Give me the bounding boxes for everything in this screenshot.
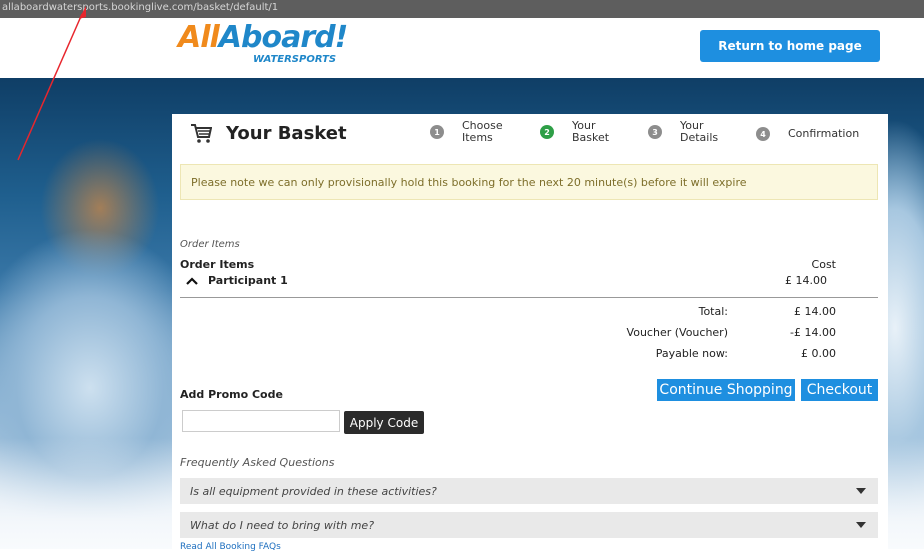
faq-item[interactable]: What do I need to bring with me? <box>180 512 878 538</box>
checkout-button[interactable]: Checkout <box>801 379 878 401</box>
divider <box>180 297 878 298</box>
order-items-heading: Order Items <box>180 239 240 250</box>
step-choose-items: 1 Choose Items <box>430 120 503 144</box>
step-label: Your Basket <box>572 119 610 144</box>
step-number: 2 <box>540 125 554 139</box>
participant-row[interactable]: Participant 1 <box>186 274 288 287</box>
step-label: Your Details <box>680 119 719 144</box>
basket-title: Your Basket <box>226 122 347 144</box>
checkout-steps: 1 Choose Items 2 Your Basket 3 Your Deta… <box>430 120 870 150</box>
apply-code-button[interactable]: Apply Code <box>344 411 424 434</box>
site-header: AllAboard! WATERSPORTS Return to home pa… <box>0 18 924 78</box>
faq-item[interactable]: Is all equipment provided in these activ… <box>180 478 878 504</box>
promo-label: Add Promo Code <box>180 388 283 401</box>
voucher-value: -£ 14.00 <box>790 326 836 339</box>
logo[interactable]: AllAboard! WATERSPORTS <box>178 20 348 66</box>
return-home-button[interactable]: Return to home page <box>700 30 880 62</box>
logo-wordmark: AllAboard! <box>178 20 348 55</box>
cost-header: Cost <box>811 258 836 271</box>
step-your-details: 3 Your Details <box>648 120 718 144</box>
hold-notice: Please note we can only provisionally ho… <box>180 164 878 200</box>
basket-header: Your Basket <box>190 122 347 144</box>
caret-down-icon[interactable] <box>856 488 866 494</box>
browser-bar: allaboardwatersports.bookinglive.com/bas… <box>0 0 924 18</box>
read-all-faqs-link[interactable]: Read All Booking FAQs <box>180 542 281 552</box>
step-number: 4 <box>756 127 770 141</box>
participant-cost: £ 14.00 <box>785 274 827 287</box>
basket-panel: Your Basket 1 Choose Items 2 Your Basket… <box>172 114 888 552</box>
caret-down-icon[interactable] <box>856 522 866 528</box>
step-number: 3 <box>648 125 662 139</box>
promo-code-input[interactable] <box>182 410 340 432</box>
participant-label: Participant 1 <box>208 274 288 287</box>
step-number: 1 <box>430 125 444 139</box>
step-confirmation: 4 Confirmation <box>756 127 859 141</box>
total-value: £ 14.00 <box>794 305 836 318</box>
continue-shopping-button[interactable]: Continue Shopping <box>657 379 795 401</box>
order-items-header: Order Items Cost <box>180 258 878 271</box>
step-your-basket: 2 Your Basket <box>540 120 609 144</box>
faq-heading: Frequently Asked Questions <box>180 456 335 469</box>
payable-label: Payable now: <box>655 347 728 360</box>
chevron-up-icon[interactable] <box>186 276 198 285</box>
browser-url[interactable]: allaboardwatersports.bookinglive.com/bas… <box>2 2 278 13</box>
step-label: Confirmation <box>788 127 860 140</box>
step-label: Choose Items <box>462 119 503 144</box>
cart-icon <box>191 124 212 143</box>
total-label: Total: <box>698 305 728 318</box>
payable-value: £ 0.00 <box>801 347 836 360</box>
faq-question: What do I need to bring with me? <box>190 518 375 532</box>
order-items-title: Order Items <box>180 258 255 271</box>
voucher-label: Voucher (Voucher) <box>626 326 728 339</box>
faq-question: Is all equipment provided in these activ… <box>190 484 437 498</box>
logo-subtitle: WATERSPORTS <box>253 54 337 65</box>
